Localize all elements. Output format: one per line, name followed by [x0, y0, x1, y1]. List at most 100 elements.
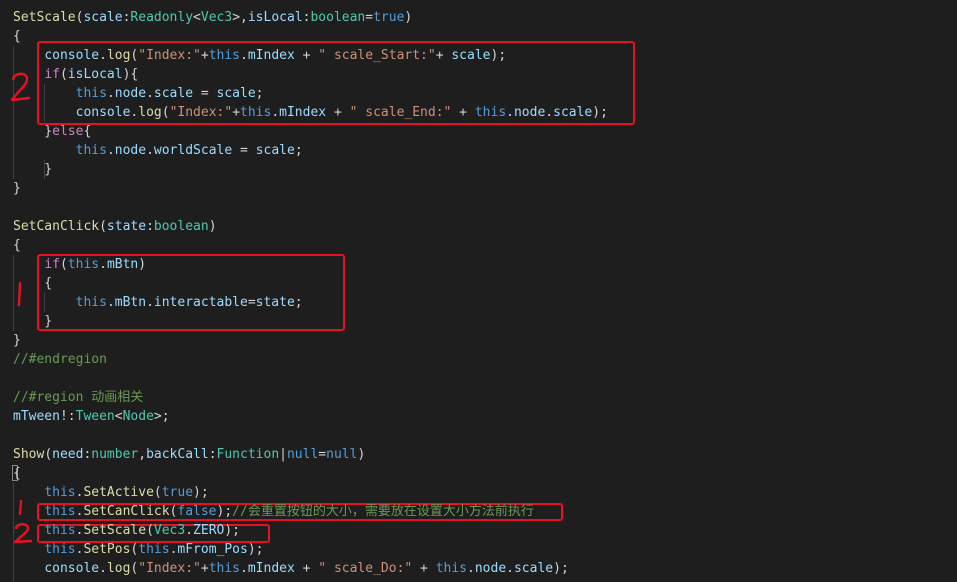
code-line[interactable]: console.log("Index:"+this.mIndex + " sca…	[13, 103, 608, 122]
code-token: :	[208, 447, 217, 462]
code-token: boolean	[310, 10, 366, 25]
code-token: scale	[255, 143, 295, 158]
code-token: this	[67, 257, 100, 272]
code-token: {	[13, 276, 53, 291]
code-line[interactable]: Show(need:number,backCall:Function|null=…	[13, 445, 365, 464]
code-token: console	[75, 105, 131, 120]
code-line[interactable]: }else{	[13, 122, 91, 141]
code-token: false	[177, 504, 217, 519]
code-token: .	[146, 295, 154, 310]
code-line[interactable]: }	[13, 179, 21, 198]
code-line[interactable]: this.SetPos(this.mFrom_Pos);	[13, 540, 264, 559]
code-token: true	[161, 485, 194, 500]
code-token: mIndex	[247, 561, 295, 576]
code-token: );	[490, 48, 507, 63]
code-line[interactable]: mTween!:Tween<Node>;	[13, 407, 170, 426]
code-token: <	[114, 409, 123, 424]
code-token: this	[208, 561, 241, 576]
code-token: " scale_Start:"	[318, 48, 436, 63]
code-token: (	[99, 219, 107, 234]
code-token: scale	[451, 48, 491, 63]
code-token: .	[467, 561, 475, 576]
code-line[interactable]: this.node.worldScale = scale;	[13, 141, 303, 160]
code-token: );	[553, 561, 569, 576]
code-token: )	[404, 10, 413, 25]
code-line[interactable]: this.node.scale = scale;	[13, 84, 264, 103]
code-token: SetCanClick	[13, 219, 100, 234]
code-token: );	[247, 542, 264, 557]
code-token: (	[59, 257, 68, 272]
code-token: .	[545, 105, 554, 120]
code-line[interactable]: SetScale(scale:Readonly<Vec3>,isLocal:bo…	[13, 8, 412, 27]
code-token: .	[99, 257, 107, 272]
code-line[interactable]: {	[13, 236, 21, 255]
code-token: .	[185, 523, 194, 538]
code-token: console	[44, 48, 100, 63]
code-token: interactable	[153, 295, 248, 310]
code-line[interactable]: //#region 动画相关	[13, 388, 143, 407]
code-token: >;	[153, 409, 170, 424]
code-token: mTween	[13, 409, 60, 424]
code-line[interactable]: {	[13, 27, 21, 46]
code-token: this	[208, 48, 241, 63]
code-line[interactable]: if(this.mBtn)	[13, 255, 146, 274]
code-token: mBtn	[114, 295, 147, 310]
code-editor[interactable]: SetScale(scale:Readonly<Vec3>,isLocal:bo…	[0, 0, 957, 582]
code-token: isLocal	[67, 67, 123, 82]
code-token: mIndex	[279, 105, 327, 120]
code-token: ,	[138, 447, 147, 462]
code-token: >,	[232, 10, 248, 25]
code-line[interactable]: SetCanClick(state:boolean)	[13, 217, 217, 236]
code-token: +	[435, 48, 452, 63]
code-token: null	[286, 447, 319, 462]
code-token: ;	[294, 143, 303, 158]
code-token: "Index:"	[138, 48, 201, 63]
code-line[interactable]: console.log("Index:"+this.mIndex + " sca…	[13, 46, 506, 65]
code-token: this	[75, 86, 107, 101]
code-token: .	[240, 48, 248, 63]
code-token: SetPos	[83, 542, 131, 557]
code-line[interactable]: this.SetScale(Vec3.ZERO);	[13, 521, 240, 540]
code-token: .	[506, 105, 514, 120]
code-token: backCall	[146, 447, 209, 462]
code-token: node	[474, 561, 507, 576]
code-token: !:	[59, 409, 76, 424]
code-token: {	[13, 238, 21, 253]
code-line[interactable]: }	[13, 160, 52, 179]
code-line[interactable]: this.mBtn.interactable=state;	[13, 293, 303, 312]
code-token: log	[138, 105, 162, 120]
code-line[interactable]: console.log("Index:"+this.mIndex + " sca…	[13, 559, 569, 578]
code-line[interactable]: }	[13, 331, 21, 350]
code-line[interactable]: {	[13, 274, 52, 293]
code-token: scale	[553, 105, 593, 120]
code-token: "Index:"	[138, 561, 201, 576]
code-token: console	[44, 561, 100, 576]
code-line[interactable]: }	[13, 312, 52, 331]
code-token: //会重置按钮的大小，需要放在设置大小方法前执行	[232, 504, 534, 519]
code-line[interactable]: this.SetCanClick(false);//会重置按钮的大小，需要放在设…	[13, 502, 534, 521]
code-token: isLocal	[247, 10, 303, 25]
code-token: Vec3	[153, 523, 186, 538]
code-line[interactable]: this.SetActive(true);	[13, 483, 208, 502]
code-token: this	[44, 523, 76, 538]
code-token: .	[240, 561, 248, 576]
code-token: )	[138, 257, 147, 272]
code-token: if	[44, 67, 60, 82]
code-token: if	[44, 257, 60, 272]
code-token: +	[412, 561, 436, 576]
code-line[interactable]: {	[13, 464, 21, 483]
code-line[interactable]: //#endregion	[13, 350, 107, 369]
code-token: (	[44, 447, 53, 462]
code-token: }	[13, 124, 53, 139]
code-token: +	[232, 105, 241, 120]
code-line[interactable]: if(isLocal){	[13, 65, 138, 84]
code-token: worldScale	[153, 143, 233, 158]
code-token: scale	[153, 86, 194, 101]
code-token: "Index:"	[169, 105, 233, 120]
code-token: //#endregion	[13, 352, 107, 367]
code-token: state	[106, 219, 147, 234]
code-token: +	[200, 48, 209, 63]
